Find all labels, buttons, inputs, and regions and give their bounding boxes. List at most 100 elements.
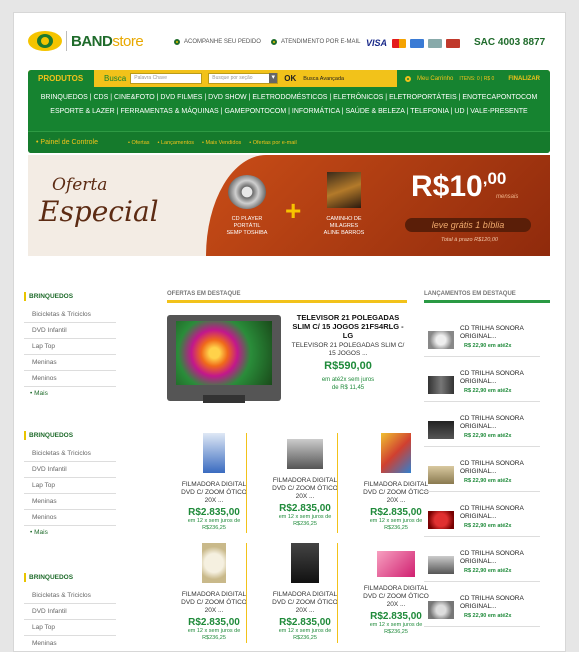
- sidebar-item[interactable]: Lap Top: [24, 339, 116, 355]
- product-name[interactable]: FILMADORA DIGITAL DVD C/ ZOOM ÓTICO 20X …: [178, 591, 250, 615]
- launch-item[interactable]: CD TRILHA SONORA ORIGINAL... R$ 22,90 em …: [424, 459, 540, 492]
- sublink[interactable]: • Lançamentos: [158, 140, 195, 146]
- sidebar-item[interactable]: Meninos: [24, 510, 116, 526]
- nav-category-link[interactable]: GAMEPONTOCOM: [224, 108, 286, 115]
- nav-category-link[interactable]: ELETRÔNICOS: [333, 94, 383, 101]
- nav-category-link[interactable]: UD: [454, 108, 464, 115]
- launch-item-image[interactable]: [428, 511, 454, 529]
- sidebar-item[interactable]: Lap Top: [24, 620, 116, 636]
- sidebar-mais-link[interactable]: • Mais: [24, 526, 116, 540]
- product-installment: em 12 x sem juros de: [278, 514, 332, 520]
- launch-item-name[interactable]: CD TRILHA SONORA ORIGINAL...: [460, 595, 540, 611]
- launch-item-image[interactable]: [428, 421, 454, 439]
- launch-item-name[interactable]: CD TRILHA SONORA ORIGINAL...: [460, 415, 540, 431]
- launch-item[interactable]: CD TRILHA SONORA ORIGINAL... R$ 22,90 em …: [424, 504, 540, 537]
- bandstore-logo[interactable]: BANDstore: [28, 30, 144, 52]
- search-input[interactable]: Palavra Chave: [130, 73, 203, 84]
- sidebar-item[interactable]: Meninos: [24, 371, 116, 387]
- busca-avancada-link[interactable]: Busca Avançada: [303, 76, 344, 82]
- oferta-especial-banner[interactable]: Oferta Especial CD PLAYER PORTÁTIL SEMP …: [28, 155, 550, 256]
- product-card[interactable]: FILMADORA DIGITAL DVD C/ ZOOM ÓTICO 20X …: [360, 433, 432, 532]
- sidebar-block: BRINQUEDOS Bicicletas & Triciclos DVD Infa…: [24, 431, 116, 540]
- launch-item[interactable]: CD TRILHA SONORA ORIGINAL... R$ 22,90 em …: [424, 324, 540, 357]
- launch-item-name[interactable]: CD TRILHA SONORA ORIGINAL...: [460, 370, 540, 386]
- acompanhe-pedido-link[interactable]: ACOMPANHE SEU PEDIDO: [174, 39, 261, 45]
- product-name[interactable]: FILMADORA DIGITAL DVD C/ ZOOM ÓTICO 20X …: [360, 585, 432, 609]
- product-card[interactable]: FILMADORA DIGITAL DVD C/ ZOOM ÓTICO 20X …: [178, 543, 250, 642]
- featured-product-image[interactable]: [167, 315, 281, 403]
- sidebar-item[interactable]: Bicicletas & Triciclos: [24, 588, 116, 604]
- product-name[interactable]: FILMADORA DIGITAL DVD C/ ZOOM ÓTICO 20X …: [360, 481, 432, 505]
- launch-item-image[interactable]: [428, 376, 454, 394]
- sidebar-item[interactable]: Lap Top: [24, 478, 116, 494]
- product-image[interactable]: [377, 551, 415, 577]
- product-card[interactable]: FILMADORA DIGITAL DVD C/ ZOOM ÓTICO 20X …: [269, 543, 341, 642]
- nav-category-link[interactable]: ENOTECAPONTOCOM: [462, 94, 537, 101]
- nav-category-link[interactable]: INFORMÁTICA: [292, 108, 340, 115]
- meu-carrinho-link[interactable]: Meu Carrinho: [417, 76, 453, 82]
- product-image[interactable]: [202, 543, 226, 583]
- launch-item[interactable]: CD TRILHA SONORA ORIGINAL... R$ 22,90 em …: [424, 369, 540, 402]
- nav-category-link[interactable]: TELEFONIA: [410, 108, 449, 115]
- nav-category-link[interactable]: DVD FILMES: [160, 94, 202, 101]
- product-image[interactable]: [291, 543, 319, 583]
- launch-item-name[interactable]: CD TRILHA SONORA ORIGINAL...: [460, 460, 540, 476]
- nav-category-link[interactable]: ELETROPORTÁTEIS: [389, 94, 457, 101]
- product-name[interactable]: FILMADORA DIGITAL DVD C/ ZOOM ÓTICO 20X …: [269, 591, 341, 615]
- product-price: R$2.835,00: [188, 507, 240, 518]
- sidebar-item[interactable]: DVD Infantil: [24, 604, 116, 620]
- nav-category-link[interactable]: DVD SHOW: [208, 94, 247, 101]
- sidebar-item[interactable]: Bicicletas & Triciclos: [24, 446, 116, 462]
- sublink[interactable]: • Mais Vendidos: [202, 140, 241, 146]
- search-bar: PRODUTOS Busca Palavra Chave Busque por …: [28, 70, 550, 87]
- section-select[interactable]: Busque por seção: [208, 73, 279, 84]
- finalizar-button[interactable]: FINALIZAR: [508, 76, 540, 82]
- atendimento-email-link[interactable]: ATENDIMENTO POR E-MAIL: [271, 39, 360, 45]
- nav-category-link[interactable]: CINE&FOTO: [114, 94, 155, 101]
- product-installment: em 12 x sem juros de: [187, 518, 241, 524]
- launch-item-name[interactable]: CD TRILHA SONORA ORIGINAL...: [460, 550, 540, 566]
- launch-item-image[interactable]: [428, 331, 454, 349]
- painel-controle-link[interactable]: • Painel de Controle: [28, 139, 128, 146]
- nav-category-link[interactable]: ESPORTE & LAZER: [50, 108, 114, 115]
- launch-item-image[interactable]: [428, 466, 454, 484]
- product-image[interactable]: [203, 433, 225, 473]
- launch-item-image[interactable]: [428, 556, 454, 574]
- featured-product-title[interactable]: TELEVISOR 21 POLEGADAS SLIM C/ 15 JOGOS …: [290, 313, 406, 340]
- sidebar-item[interactable]: Bicicletas & Triciclos: [24, 307, 116, 323]
- produtos-menu[interactable]: PRODUTOS: [28, 70, 94, 87]
- nav-category-link[interactable]: CDS: [93, 94, 108, 101]
- banner-item1-caption: CD PLAYER PORTÁTIL SEMP TOSHIBA: [226, 216, 268, 236]
- leve-gratis-badge: leve grátis 1 bíblia: [405, 218, 531, 232]
- launch-item[interactable]: CD TRILHA SONORA ORIGINAL... R$ 22,90 em …: [424, 594, 540, 627]
- launch-item[interactable]: CD TRILHA SONORA ORIGINAL... R$ 22,90 em …: [424, 549, 540, 582]
- product-name[interactable]: FILMADORA DIGITAL DVD C/ ZOOM ÓTICO 20X …: [178, 481, 250, 505]
- nav-category-link[interactable]: FERRAMENTAS & MÁQUINAS: [120, 108, 218, 115]
- nav-category-link[interactable]: ELETRODOMÉSTICOS: [252, 94, 327, 101]
- product-card[interactable]: FILMADORA DIGITAL DVD C/ ZOOM ÓTICO 20X …: [178, 433, 250, 532]
- sidebar-item[interactable]: Meninas: [24, 636, 116, 651]
- product-name[interactable]: FILMADORA DIGITAL DVD C/ ZOOM ÓTICO 20X …: [269, 477, 341, 501]
- launch-item-name[interactable]: CD TRILHA SONORA ORIGINAL...: [460, 325, 540, 341]
- sidebar-item[interactable]: DVD Infantil: [24, 323, 116, 339]
- nav-category-link[interactable]: SAÚDE & BELEZA: [345, 108, 404, 115]
- visa-logo-icon: VISA: [366, 38, 388, 48]
- launch-item-image[interactable]: [428, 601, 454, 619]
- sublink[interactable]: • Ofertas: [128, 140, 150, 146]
- sidebar-item[interactable]: DVD Infantil: [24, 462, 116, 478]
- amex-icon: [410, 38, 424, 48]
- launch-item[interactable]: CD TRILHA SONORA ORIGINAL... R$ 22,90 em …: [424, 414, 540, 447]
- product-card[interactable]: FILMADORA DIGITAL DVD C/ ZOOM ÓTICO 20X …: [269, 433, 341, 528]
- sidebar-item[interactable]: Meninas: [24, 355, 116, 371]
- sidebar-item[interactable]: Meninas: [24, 494, 116, 510]
- sublink[interactable]: • Ofertas por e-mail: [249, 140, 296, 146]
- ok-button[interactable]: OK: [284, 74, 296, 83]
- nav-category-link[interactable]: BRINQUEDOS: [41, 94, 88, 101]
- cart-icon: [405, 75, 412, 82]
- product-image[interactable]: [381, 433, 411, 473]
- launch-item-name[interactable]: CD TRILHA SONORA ORIGINAL...: [460, 505, 540, 521]
- sidebar-mais-link[interactable]: • Mais: [24, 387, 116, 401]
- product-card[interactable]: FILMADORA DIGITAL DVD C/ ZOOM ÓTICO 20X …: [360, 543, 432, 636]
- product-image[interactable]: [287, 439, 323, 469]
- nav-category-link[interactable]: VALE-PRESENTE: [470, 108, 527, 115]
